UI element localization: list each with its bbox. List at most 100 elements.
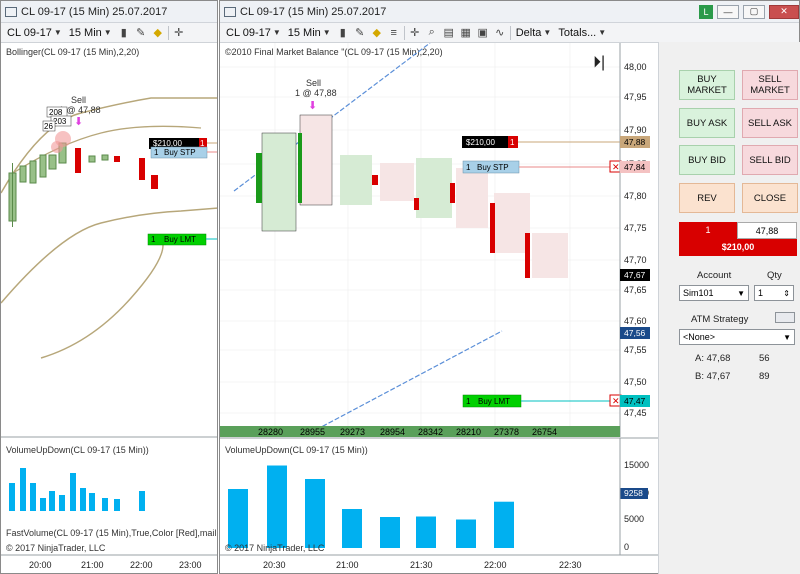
instrument-selector[interactable]: CL 09-17 ▼	[5, 27, 64, 39]
buy-bid-label: BUY BID	[688, 154, 726, 166]
indicators-icon[interactable]: ∿	[493, 26, 507, 40]
buy-stop-label: Buy STP	[164, 148, 196, 157]
instrument-selector[interactable]: CL 09-17 ▼	[224, 27, 283, 39]
right-volume-bars	[228, 465, 514, 548]
left-fastvolume-label: FastVolume(CL 09-17 (15 Min),True,Color …	[6, 528, 218, 538]
limit-price-value: 47,47	[624, 396, 646, 406]
atm-strategy-select[interactable]: <None> ▼	[679, 329, 795, 345]
bid-label: B: 47,67	[695, 371, 731, 382]
account-select[interactable]: Sim101 ▼	[679, 285, 749, 301]
bar-total: 27378	[494, 427, 519, 437]
time-label: 22:00	[484, 560, 507, 570]
candle	[88, 155, 96, 163]
buy-limit-qty: 1	[466, 397, 471, 406]
close-button[interactable]: ✕	[769, 4, 799, 19]
volume-bar	[70, 473, 76, 511]
play-end-icon[interactable]: ⏵|	[593, 54, 605, 71]
volume-bar	[30, 483, 36, 511]
candle	[19, 165, 27, 183]
price-tick: 47,95	[624, 92, 647, 102]
properties-icon[interactable]: ≡	[387, 26, 401, 40]
volume-bar	[102, 498, 108, 511]
bar-total: 29273	[340, 427, 365, 437]
sell-bid-label: SELL BID	[749, 154, 791, 166]
stepper-arrows-icon[interactable]: ⇕	[783, 289, 793, 298]
chart-icon	[224, 6, 236, 17]
position-price-value: 47,88	[624, 137, 646, 147]
left-copyright: © 2017 NinjaTrader, LLC	[6, 543, 106, 553]
order-label: 26	[44, 122, 53, 131]
color-icon[interactable]: ◆	[370, 26, 384, 40]
price-tick: 47,80	[624, 191, 647, 201]
price-tick: 47,90	[624, 125, 647, 135]
sell-signal-price: 1 @ 47,88	[295, 88, 337, 98]
volume-bar	[114, 499, 120, 511]
volume-bar	[494, 501, 514, 548]
chart-trader-icon[interactable]: ▤	[442, 26, 456, 40]
close-position-label: CLOSE	[753, 192, 787, 204]
buy-ask-button[interactable]: BUY ASK	[679, 108, 735, 138]
position-display: 1 47,88 $210,00	[679, 222, 797, 256]
l-badge-icon[interactable]: L	[699, 4, 713, 19]
position-pnl: $210,00	[153, 139, 182, 148]
bars-type-icon[interactable]: ▮	[336, 26, 350, 40]
candle	[101, 154, 109, 161]
maximize-button[interactable]: ▢	[743, 4, 765, 19]
footprint-bar	[456, 168, 488, 228]
sell-signal-label: Sell	[71, 95, 86, 105]
bar-total: 28954	[380, 427, 405, 437]
position-qty: 1	[510, 138, 515, 147]
totals-selector[interactable]: Totals... ▼	[556, 27, 608, 39]
ask-label: A: 47,68	[695, 353, 731, 364]
time-label: 20:00	[29, 560, 52, 570]
buy-market-button[interactable]: BUY MARKET	[679, 70, 735, 100]
minimize-button[interactable]: —	[717, 4, 739, 19]
right-chart-svg: ©2010 Final Market Balance "(CL 09-17 (1…	[220, 43, 659, 570]
atm-strategy-label: ATM Strategy	[691, 314, 749, 325]
interval-selector[interactable]: 15 Min ▼	[67, 27, 114, 39]
sell-bid-button[interactable]: SELL BID	[742, 145, 798, 175]
screenshot-icon[interactable]: ▣	[476, 26, 490, 40]
footprint-bar	[261, 132, 297, 232]
zoom-icon[interactable]: ⌕	[425, 26, 439, 40]
color-icon[interactable]: ◆	[151, 26, 165, 40]
footprint-body	[414, 198, 419, 210]
delta-selector[interactable]: Delta ▼	[514, 27, 554, 39]
data-box-icon[interactable]: ▦	[459, 26, 473, 40]
sell-ask-button[interactable]: SELL ASK	[742, 108, 798, 138]
footprint-bar	[299, 114, 333, 206]
left-chart-window: CL 09-17 (15 Min) 25.07.2017 CL 09-17 ▼ 1…	[0, 0, 218, 574]
close-position-button[interactable]: CLOSE	[742, 183, 798, 213]
volume-bar	[305, 479, 325, 548]
draw-tool-icon[interactable]: ✎	[134, 26, 148, 40]
instrument-label: CL 09-17	[226, 26, 271, 39]
buy-limit-label: Buy LMT	[164, 235, 196, 244]
qty-stepper[interactable]: 1 ⇕	[754, 285, 794, 301]
bar-total: 26754	[532, 427, 557, 437]
crosshair-icon[interactable]: ✛	[172, 26, 186, 40]
reverse-button[interactable]: REV	[679, 183, 735, 213]
order-bubble	[51, 141, 63, 153]
buy-stop-label: Buy STP	[477, 163, 509, 172]
footprint-bar	[380, 163, 414, 201]
price-tick: 47,50	[624, 377, 647, 387]
left-toolbar: CL 09-17 ▼ 15 Min ▼ ▮ ✎ ◆ ✛	[1, 23, 217, 43]
volume-axis: 15000 10000 5000 0	[624, 460, 649, 552]
candle	[114, 156, 120, 162]
candle	[139, 158, 145, 180]
buy-bid-button[interactable]: BUY BID	[679, 145, 735, 175]
buy-ask-label: BUY ASK	[686, 117, 728, 129]
current-price-value: 47,67	[624, 270, 646, 280]
cancel-stop-x: ✕	[612, 162, 620, 172]
interval-selector[interactable]: 15 Min ▼	[286, 27, 333, 39]
chart-trader-panel: BUY MARKET SELL MARKET BUY ASK SELL ASK …	[658, 42, 800, 574]
draw-tool-icon[interactable]: ✎	[353, 26, 367, 40]
time-label: 20:30	[263, 560, 286, 570]
bars-type-icon[interactable]: ▮	[117, 26, 131, 40]
price-tick: 48,00	[624, 62, 647, 72]
crosshair-icon[interactable]: ✛	[408, 26, 422, 40]
time-label: 21:30	[410, 560, 433, 570]
atm-settings-icon[interactable]	[775, 312, 795, 323]
right-toolbar: CL 09-17 ▼ 15 Min ▼ ▮ ✎ ◆ ≡ ✛ ⌕ ▤ ▦ ▣ ∿ De…	[220, 23, 799, 43]
sell-market-button[interactable]: SELL MARKET	[742, 70, 798, 100]
